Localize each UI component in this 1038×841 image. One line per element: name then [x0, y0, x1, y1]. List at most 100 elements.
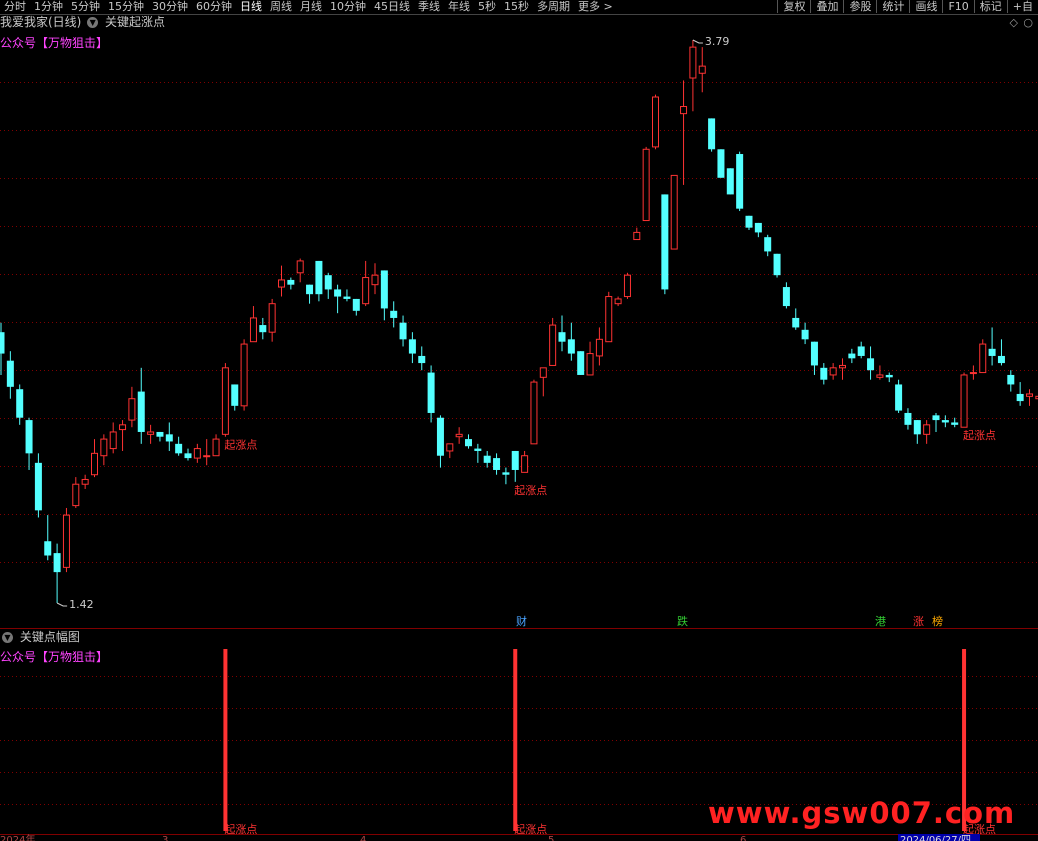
- candle-body: [212, 438, 220, 457]
- candle-body: [436, 417, 444, 456]
- candle-body: [867, 358, 875, 371]
- candle-body: [941, 420, 949, 423]
- event-badge: 财: [516, 614, 527, 628]
- candle-body: [25, 420, 33, 454]
- candle-body: [521, 455, 529, 473]
- candle-body: [913, 420, 921, 435]
- candle-body: [623, 274, 631, 298]
- axis-date: 3: [162, 835, 168, 841]
- candle-body: [465, 439, 472, 447]
- candle-body: [371, 274, 379, 286]
- candle-body: [595, 338, 603, 357]
- candle-body: [670, 174, 678, 250]
- signal-bar: [513, 649, 518, 831]
- axis-date: 2024年: [0, 833, 35, 841]
- candle-body: [633, 231, 641, 241]
- candle-body: [109, 431, 117, 450]
- candle-body: [558, 332, 566, 342]
- candle-body: [764, 237, 772, 252]
- candle-body: [642, 148, 650, 222]
- candle-body: [708, 118, 716, 150]
- candle-body: [773, 253, 781, 276]
- candle-body: [895, 384, 903, 411]
- candle-body: [315, 260, 323, 295]
- signal-label: 起涨点: [963, 429, 996, 442]
- event-badge: 跌: [677, 614, 688, 628]
- candle-body: [53, 553, 61, 573]
- candle-body: [567, 339, 575, 354]
- candle-body: [6, 360, 14, 387]
- candle-body: [334, 289, 342, 297]
- candle-body: [979, 343, 987, 374]
- candle-body: [754, 222, 762, 233]
- signal-label: 起涨点: [514, 484, 547, 497]
- low-marker: [56, 602, 68, 607]
- candle-body: [296, 260, 304, 274]
- candle-body: [278, 279, 285, 288]
- candle-body: [493, 458, 501, 470]
- axis-bg: [0, 834, 1038, 841]
- candle-body: [782, 287, 790, 307]
- axis-date: 6: [740, 835, 746, 841]
- candle-body: [418, 355, 426, 364]
- candle-body: [184, 453, 192, 459]
- candle-body: [390, 310, 398, 318]
- candle-body: [399, 322, 407, 340]
- signal-bar: [223, 649, 228, 831]
- candlestick-chart[interactable]: 3.791.42起涨点起涨点起涨点起涨点起涨点起涨点财跌港涨榜2024年 3 4 5 6…: [0, 0, 1038, 841]
- candle-body: [736, 154, 744, 209]
- candle-body: [147, 431, 155, 435]
- candle-body: [717, 149, 725, 178]
- candle-body: [343, 296, 351, 299]
- candle-body: [885, 374, 893, 378]
- candle-body: [502, 472, 510, 475]
- candle-body: [614, 298, 622, 305]
- event-badge: 涨: [913, 615, 924, 628]
- candle-body: [680, 106, 688, 115]
- candle-body: [137, 391, 145, 432]
- candle-body: [605, 296, 613, 343]
- candle-body: [259, 325, 267, 333]
- candle-body: [72, 483, 80, 507]
- candle-body: [91, 452, 98, 476]
- candle-body: [268, 303, 276, 333]
- candle-body: [128, 398, 136, 421]
- candle-body: [362, 277, 370, 305]
- candle-body: [951, 422, 959, 425]
- candle-body: [1007, 374, 1015, 385]
- axis-date: 5: [548, 835, 554, 841]
- candle-body: [287, 279, 295, 285]
- high-marker: [692, 39, 703, 44]
- candle-body: [156, 431, 164, 437]
- candle-body: [530, 381, 538, 445]
- candle-body: [801, 329, 809, 340]
- candle-body: [446, 443, 454, 452]
- high-label: 3.79: [705, 35, 730, 48]
- candle-body: [988, 348, 996, 356]
- candle-body: [203, 455, 211, 458]
- candle-body: [586, 353, 594, 376]
- candle-body: [792, 317, 800, 328]
- candle-body: [483, 455, 491, 463]
- candle-body: [511, 450, 519, 470]
- candle-body: [652, 96, 659, 148]
- candle-body: [549, 324, 557, 366]
- candle-body: [119, 424, 127, 431]
- candle-body: [249, 317, 257, 343]
- event-badge: 港: [875, 615, 886, 628]
- candle-body: [932, 415, 940, 421]
- candle-body: [1016, 393, 1024, 402]
- candle-body: [969, 372, 977, 375]
- candle-body: [16, 389, 24, 418]
- candle-body: [661, 194, 669, 290]
- candle-body: [165, 434, 173, 442]
- candle-body: [455, 433, 463, 438]
- candle-body: [577, 351, 585, 375]
- candle-body: [820, 367, 828, 380]
- candle-body: [175, 443, 183, 454]
- candle-body: [240, 343, 248, 407]
- candle-body: [380, 270, 388, 309]
- candle-body: [62, 514, 70, 568]
- event-badge: 榜: [932, 614, 943, 628]
- candle-body: [857, 346, 865, 356]
